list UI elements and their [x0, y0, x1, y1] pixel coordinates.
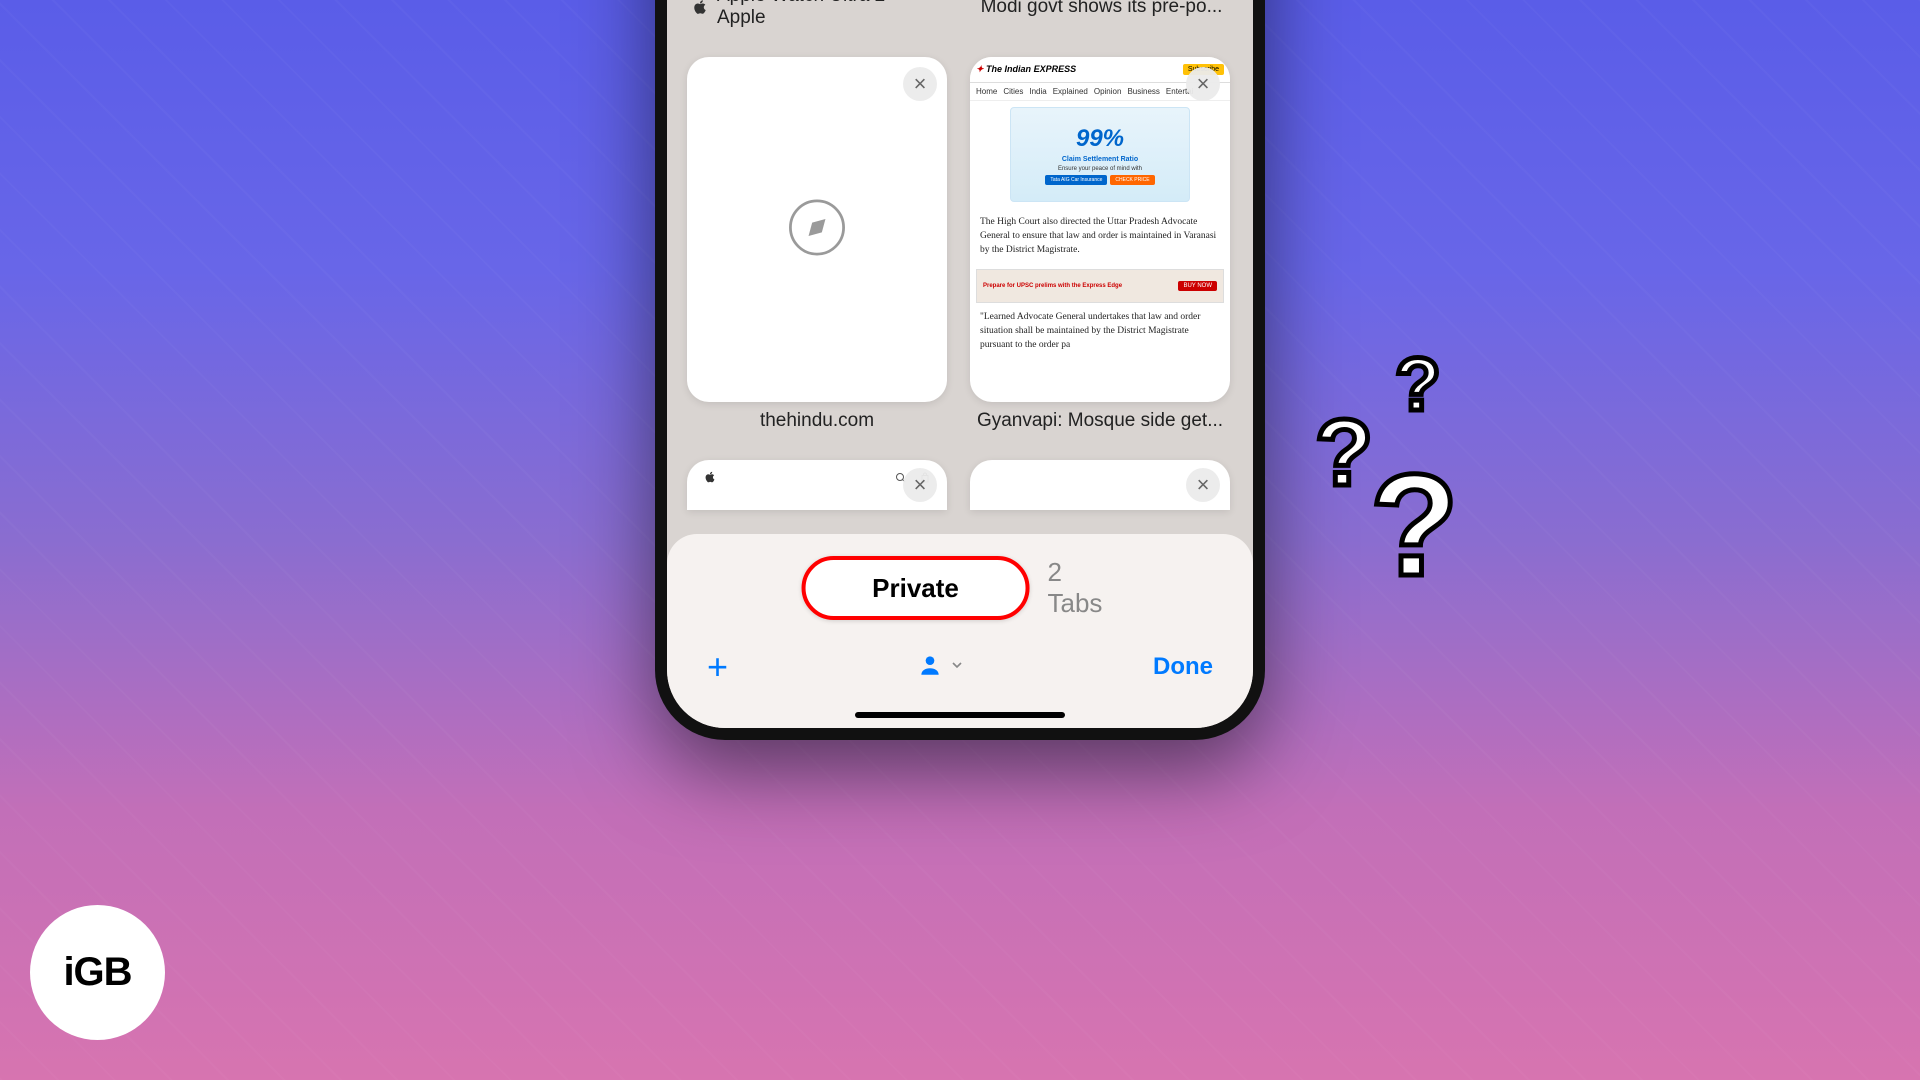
apple-logo-icon	[703, 470, 717, 487]
close-icon: ×	[1197, 71, 1210, 97]
close-tab-button[interactable]: ×	[1186, 67, 1220, 101]
tab-group-selector[interactable]: Private 2 Tabs	[802, 556, 1119, 620]
igb-text: iGB	[63, 950, 131, 995]
private-tab-group-button[interactable]: Private	[802, 556, 1030, 620]
private-label: Private	[872, 573, 959, 604]
tab-groups-sheet: Private 2 Tabs + Done	[667, 534, 1253, 728]
tab-thumbnail[interactable]: ×	[687, 460, 947, 510]
tab-title: Apple Watch Ultra 2 - Apple	[717, 0, 946, 29]
close-tab-button[interactable]: ×	[1186, 468, 1220, 502]
close-icon: ×	[1197, 472, 1210, 498]
close-icon: ×	[914, 472, 927, 498]
indian-express-logo: ✦ The Indian EXPRESS	[976, 64, 1076, 75]
iphone-frame: Apple Watch Ultra 2 - Apple Modi govt sh…	[655, 0, 1265, 740]
nav-item: Cities	[1003, 87, 1023, 96]
tab-title: Gyanvapi: Mosque side get...	[970, 402, 1230, 440]
tab-title-row[interactable]: Modi govt shows its pre-po...	[970, 0, 1233, 37]
buy-now-button: BUY NOW	[1178, 281, 1217, 291]
bottom-toolbar: + Done	[667, 642, 1253, 692]
new-tab-button[interactable]: +	[707, 646, 728, 688]
ad-button: Tata AIG Car Insurance	[1045, 175, 1107, 185]
tab-title: thehindu.com	[687, 402, 947, 440]
home-indicator[interactable]	[855, 712, 1065, 718]
iphone-screen: Apple Watch Ultra 2 - Apple Modi govt sh…	[667, 0, 1253, 728]
apple-logo-icon	[691, 0, 709, 16]
upsc-banner: Prepare for UPSC prelims with the Expres…	[976, 269, 1224, 303]
igb-logo-badge: iGB	[30, 905, 165, 1040]
person-icon	[917, 652, 943, 683]
article-paragraph: "Learned Advocate General undertakes tha…	[970, 307, 1230, 360]
nav-item: India	[1029, 87, 1046, 96]
nav-item: Business	[1127, 87, 1159, 96]
tab-title-row[interactable]: Apple Watch Ultra 2 - Apple	[687, 0, 950, 37]
close-icon: ×	[914, 71, 927, 97]
tabs-count-group-button[interactable]: 2 Tabs	[1047, 557, 1118, 619]
chevron-down-icon	[949, 656, 965, 679]
safari-compass-icon	[788, 198, 846, 261]
tab-thumbnail[interactable]: ×	[970, 460, 1230, 510]
close-tab-button[interactable]: ×	[903, 468, 937, 502]
nav-item: Explained	[1053, 87, 1088, 96]
close-tab-button[interactable]: ×	[903, 67, 937, 101]
ad-line: Claim Settlement Ratio	[1062, 156, 1138, 163]
done-button[interactable]: Done	[1153, 653, 1213, 681]
ad-button: CHECK PRICE	[1110, 175, 1154, 185]
ad-banner: 99% Claim Settlement Ratio Ensure your p…	[1010, 107, 1190, 202]
tab-overview-grid: Apple Watch Ultra 2 - Apple Modi govt sh…	[687, 0, 1233, 510]
nav-item: Opinion	[1094, 87, 1122, 96]
ad-headline: 99%	[1076, 125, 1124, 153]
tab-title: Modi govt shows its pre-po...	[981, 0, 1223, 18]
plus-icon: +	[707, 646, 728, 687]
tab-thumbnail[interactable]: × thehindu.com	[687, 57, 950, 440]
nav-item: Home	[976, 87, 997, 96]
profile-menu-button[interactable]	[917, 652, 965, 683]
tab-thumbnail[interactable]: × ✦ The Indian EXPRESS Subscribe Home Ci…	[970, 57, 1233, 440]
article-paragraph: The High Court also directed the Uttar P…	[970, 208, 1230, 265]
ad-line: Ensure your peace of mind with	[1058, 166, 1142, 172]
